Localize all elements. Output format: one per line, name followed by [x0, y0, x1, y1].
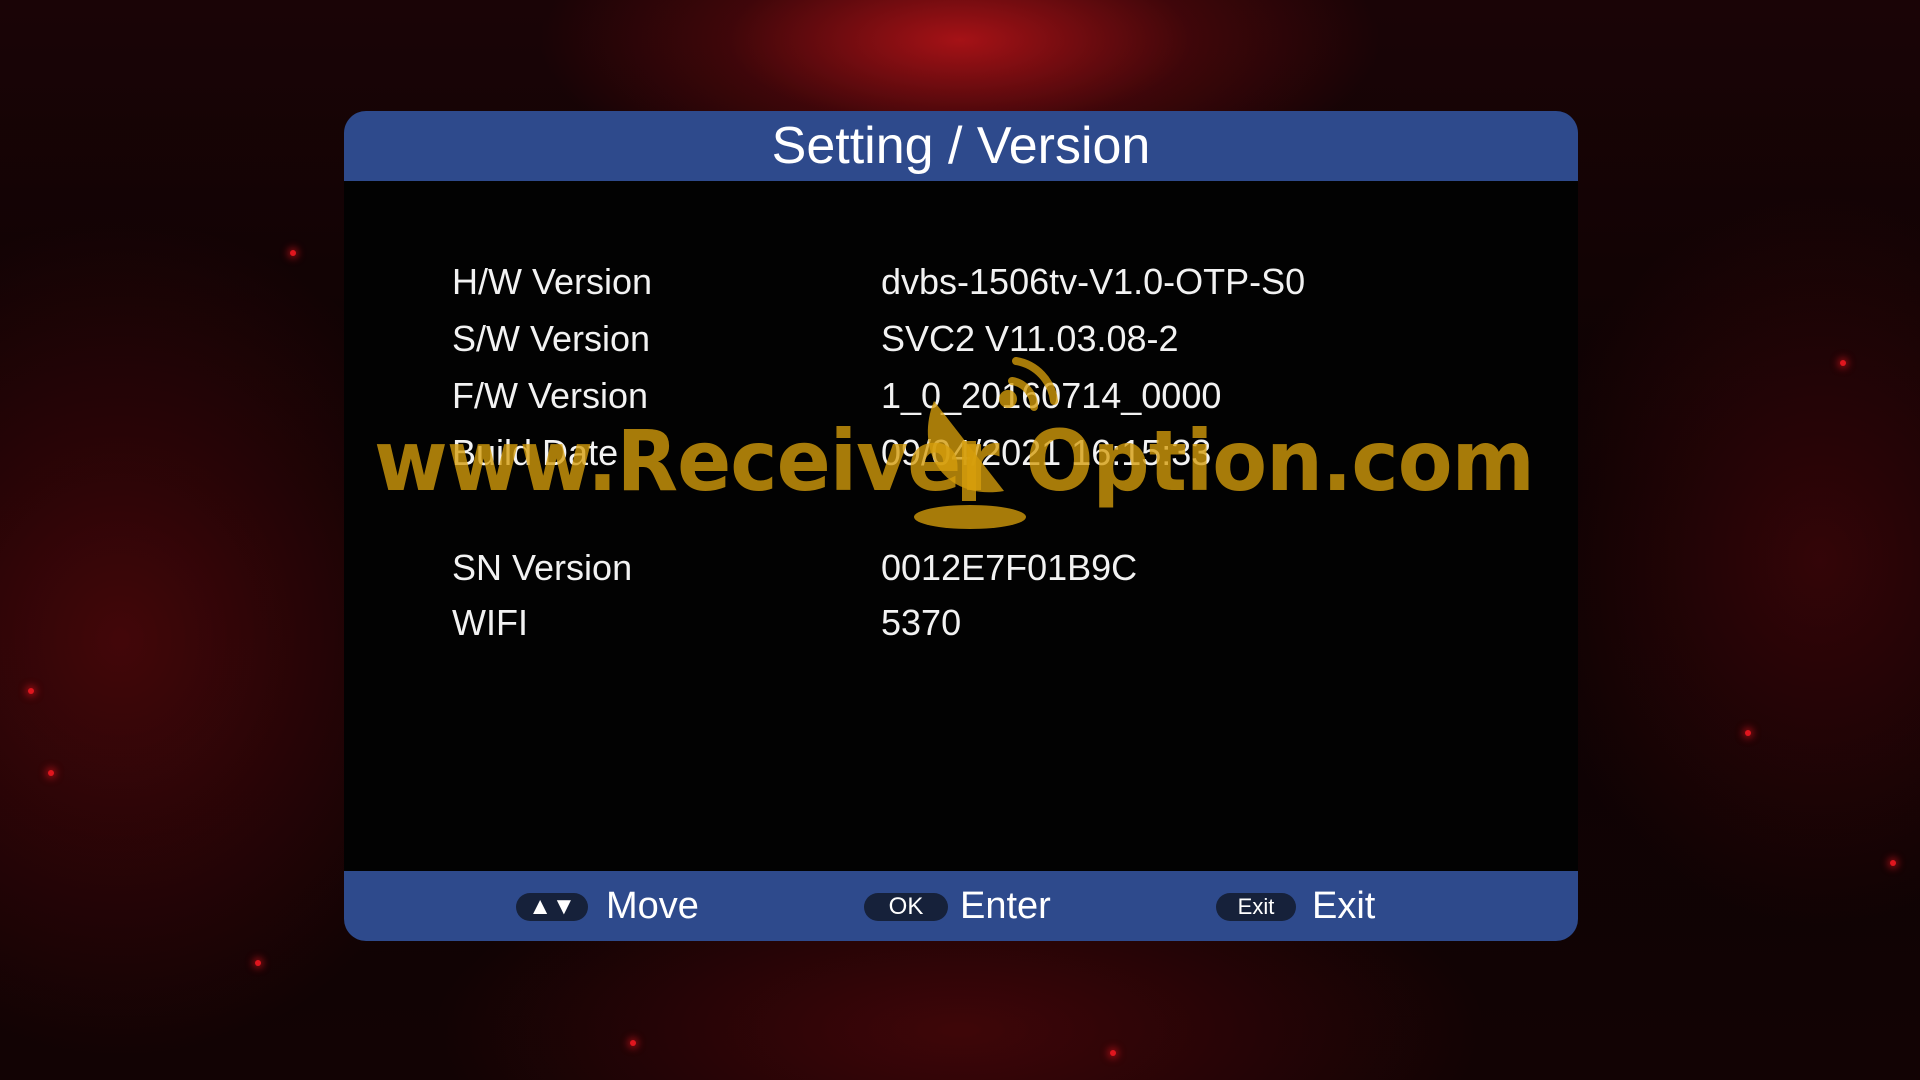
info-label: WIFI [452, 602, 528, 643]
ok-key-icon: OK [864, 893, 948, 921]
background-spark [1840, 360, 1846, 366]
background-spark [290, 250, 296, 256]
dialog-title: Setting / Version [344, 111, 1578, 181]
hint-label-move: Move [606, 885, 699, 927]
info-row-hw-version: H/W Version dvbs-1506tv-V1.0-OTP-S0 [452, 257, 1452, 307]
info-label: S/W Version [452, 318, 651, 359]
info-value: 5370 [881, 602, 962, 643]
info-value: 0012E7F01B9C [881, 547, 1138, 588]
background-spark [1110, 1050, 1116, 1056]
version-dialog: Setting / Version H/W Version dvbs-1506t… [344, 111, 1578, 941]
background-spark [1745, 730, 1751, 736]
info-label: H/W Version [452, 261, 653, 302]
hint-label-enter: Enter [960, 885, 1051, 927]
info-row-wifi: WIFI 5370 [452, 598, 1452, 648]
tv-screen: Setting / Version H/W Version dvbs-1506t… [0, 0, 1920, 1080]
info-label: SN Version [452, 547, 633, 588]
up-down-arrows-icon: ▲▼ [516, 893, 588, 921]
background-spark [48, 770, 54, 776]
info-row-sn-version: SN Version 0012E7F01B9C [452, 543, 1452, 593]
hint-move[interactable]: ▲▼ Move [516, 871, 699, 941]
watermark-text: www.Receiver Option.com [374, 412, 1535, 510]
hint-label-exit: Exit [1312, 885, 1376, 927]
background-spark [1890, 860, 1896, 866]
background-spark [28, 688, 34, 694]
exit-key-icon: Exit [1216, 893, 1296, 921]
footer-bar: ▲▼ Move OK Enter Exit Exit [344, 871, 1578, 941]
info-value: dvbs-1506tv-V1.0-OTP-S0 [881, 261, 1306, 302]
background-spark [630, 1040, 636, 1046]
background-spark [255, 960, 261, 966]
hint-enter[interactable]: OK Enter [864, 871, 1064, 941]
hint-exit[interactable]: Exit Exit [1216, 871, 1396, 941]
